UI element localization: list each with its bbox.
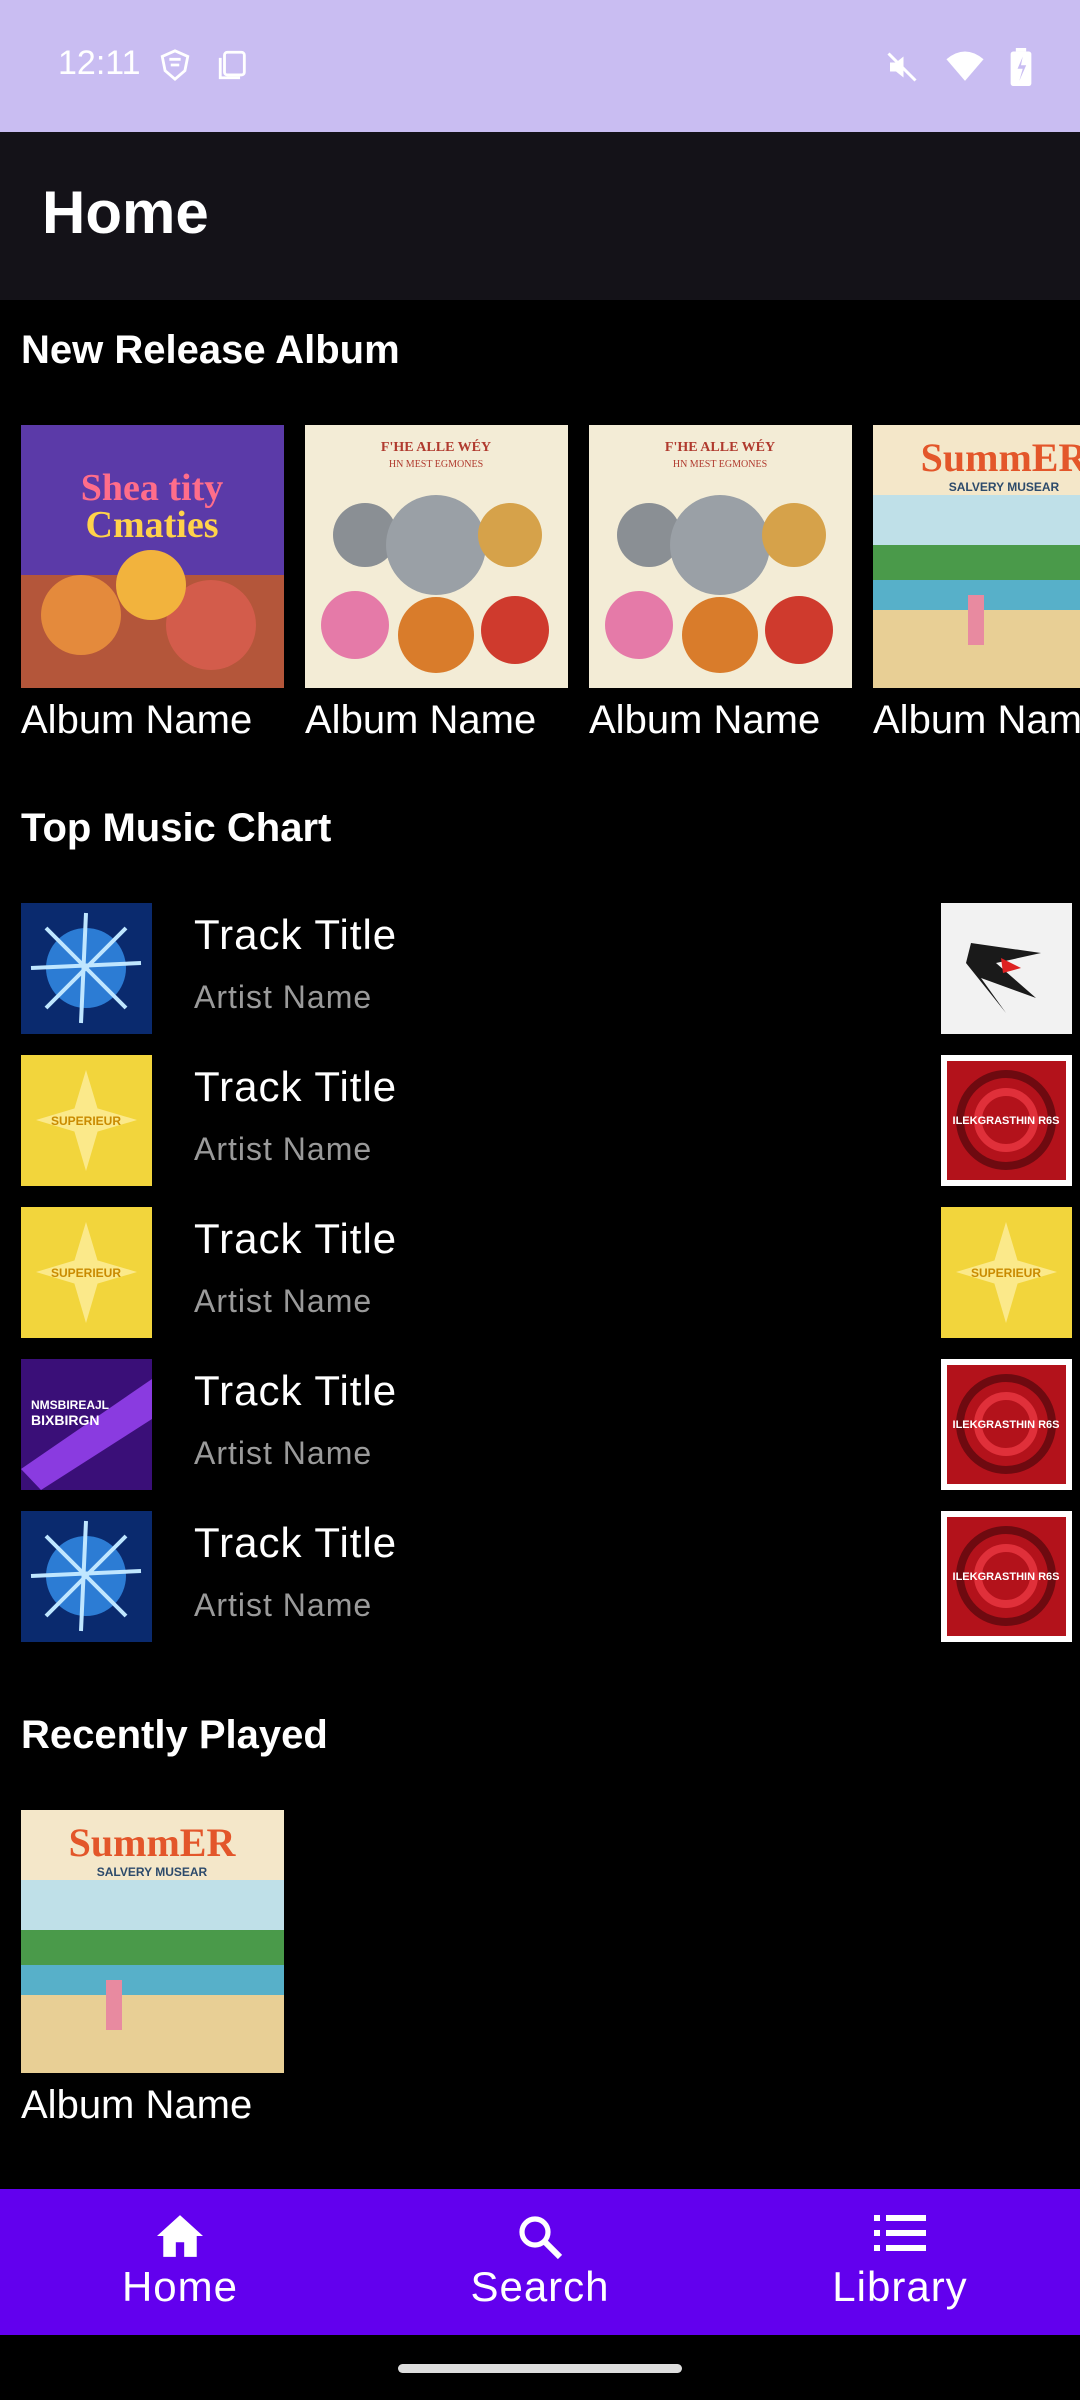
screenshot-icon <box>216 48 250 87</box>
album-name: Album Name <box>305 698 537 742</box>
track-artwork <box>21 903 152 1034</box>
nav-home[interactable]: Home <box>0 2189 360 2335</box>
svg-text:SUPERIEUR: SUPERIEUR <box>971 1266 1041 1280</box>
library-icon <box>874 2213 926 2258</box>
gesture-navigation-bar[interactable] <box>398 2364 682 2373</box>
svg-text:SUPERIEUR: SUPERIEUR <box>51 1114 121 1128</box>
album-name: Album Name <box>873 698 1080 742</box>
top-chart-list: Track Title Artist Name SUPERIEUR Track … <box>21 903 1072 1663</box>
section-title-top-chart: Top Music Chart <box>21 806 332 850</box>
track-row[interactable]: Track Title Artist Name <box>21 903 1072 1055</box>
track-artwork: ILEKGRASTHIN R6S <box>941 1359 1072 1490</box>
album-card[interactable]: SummER SALVERY MUSEAR Album Name <box>873 425 1080 743</box>
section-title-recently-played: Recently Played <box>21 1713 328 1757</box>
app-bar: Home <box>0 132 1080 300</box>
svg-text:HN MEST EGMONES: HN MEST EGMONES <box>389 459 483 470</box>
album-card[interactable]: F'HE ALLE WÉY HN MEST EGMONES Album Name <box>589 425 852 743</box>
nav-label-library: Library <box>832 2263 968 2310</box>
svg-text:F'HE ALLE WÉY: F'HE ALLE WÉY <box>381 438 491 455</box>
svg-text:SUPERIEUR: SUPERIEUR <box>51 1266 121 1280</box>
page-title: Home <box>42 179 209 246</box>
track-artwork: NMSBIREAJL BIXBIRGN <box>21 1359 152 1490</box>
svg-text:SALVERY MUSEAR: SALVERY MUSEAR <box>949 480 1060 494</box>
new-release-album-carousel[interactable]: Shea tity Cmaties Album Name F'HE ALLE W… <box>21 425 1080 755</box>
battery-icon <box>1010 48 1032 91</box>
track-row[interactable]: SUPERIEUR Track Title Artist Name SUPERI… <box>21 1207 1072 1359</box>
recent-album-card[interactable]: SummER SALVERY MUSEAR Album Name <box>21 1810 284 2128</box>
nav-library[interactable]: Library <box>720 2189 1080 2335</box>
svg-text:SummER: SummER <box>69 1820 237 1865</box>
search-icon <box>516 2213 564 2266</box>
track-artwork <box>941 903 1072 1034</box>
track-artist: Artist Name <box>194 1131 373 1167</box>
svg-text:ILEKGRASTHIN R6S: ILEKGRASTHIN R6S <box>953 1571 1060 1583</box>
album-cover: F'HE ALLE WÉY HN MEST EGMONES <box>589 425 852 688</box>
home-icon <box>154 2213 206 2264</box>
track-row[interactable]: SUPERIEUR Track Title Artist Name ILEKGR… <box>21 1055 1072 1207</box>
album-cover: F'HE ALLE WÉY HN MEST EGMONES <box>305 425 568 688</box>
album-name: Album Name <box>21 2083 253 2127</box>
svg-text:NMSBIREAJL: NMSBIREAJL <box>31 1398 109 1412</box>
nav-label-home: Home <box>121 2263 239 2310</box>
track-artist: Artist Name <box>194 1587 373 1623</box>
nav-search[interactable]: Search <box>360 2189 720 2335</box>
bottom-navigation: Home Search Library <box>0 2189 1080 2335</box>
svg-text:ILEKGRASTHIN R6S: ILEKGRASTHIN R6S <box>953 1419 1060 1431</box>
track-artwork: SUPERIEUR <box>941 1207 1072 1338</box>
track-title: Track Title <box>194 911 398 958</box>
track-artist: Artist Name <box>194 1435 373 1471</box>
vpn-shield-icon <box>158 48 192 87</box>
album-cover: Shea tity Cmaties <box>21 425 284 688</box>
svg-text:HN MEST EGMONES: HN MEST EGMONES <box>673 459 767 470</box>
track-artist: Artist Name <box>194 979 373 1015</box>
svg-text:ILEKGRASTHIN R6S: ILEKGRASTHIN R6S <box>953 1115 1060 1127</box>
track-artwork: SUPERIEUR <box>21 1207 152 1338</box>
svg-text:SummER: SummER <box>921 435 1080 480</box>
track-title: Track Title <box>194 1367 398 1414</box>
svg-text:Shea tity: Shea tity <box>81 467 224 509</box>
track-row[interactable]: NMSBIREAJL BIXBIRGN Track Title Artist Na… <box>21 1359 1072 1511</box>
status-time: 12:11 <box>58 44 141 82</box>
track-title: Track Title <box>194 1519 398 1566</box>
album-cover: SummER SALVERY MUSEAR <box>873 425 1080 688</box>
album-card[interactable]: F'HE ALLE WÉY HN MEST EGMONES Album Name <box>305 425 568 743</box>
track-artwork: ILEKGRASTHIN R6S <box>941 1055 1072 1186</box>
album-card[interactable]: Shea tity Cmaties Album Name <box>21 425 284 743</box>
track-artwork <box>21 1511 152 1642</box>
track-row[interactable]: Track Title Artist Name ILEKGRASTHIN R6S <box>21 1511 1072 1663</box>
section-title-new-release: New Release Album <box>21 328 400 372</box>
svg-text:Cmaties: Cmaties <box>86 504 219 546</box>
svg-text:SALVERY MUSEAR: SALVERY MUSEAR <box>97 1865 208 1879</box>
track-title: Track Title <box>194 1063 398 1110</box>
album-name: Album Name <box>21 698 253 742</box>
track-title: Track Title <box>194 1215 398 1262</box>
svg-text:BIXBIRGN: BIXBIRGN <box>31 1412 99 1428</box>
mute-icon <box>884 49 920 90</box>
track-artist: Artist Name <box>194 1283 373 1319</box>
nav-label-search: Search <box>470 2263 610 2310</box>
status-bar: 12:11 <box>0 0 1080 132</box>
track-artwork: ILEKGRASTHIN R6S <box>941 1511 1072 1642</box>
wifi-icon <box>946 50 984 89</box>
album-cover: SummER SALVERY MUSEAR <box>21 1810 284 2073</box>
album-name: Album Name <box>589 698 821 742</box>
svg-text:F'HE ALLE WÉY: F'HE ALLE WÉY <box>665 438 775 455</box>
track-artwork: SUPERIEUR <box>21 1055 152 1186</box>
